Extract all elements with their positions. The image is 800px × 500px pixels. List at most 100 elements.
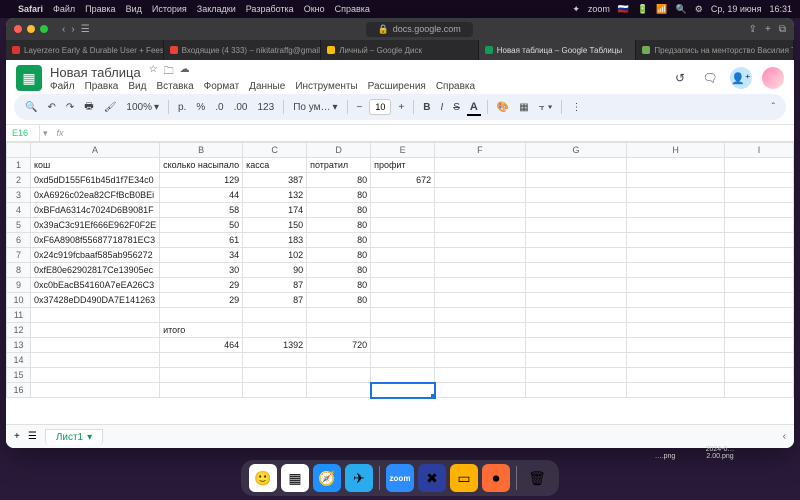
cell-B6[interactable]: 61 bbox=[160, 233, 243, 248]
cell-B2[interactable]: 129 bbox=[160, 173, 243, 188]
nav-back-icon[interactable]: ‹ bbox=[62, 24, 65, 35]
cell-C14[interactable] bbox=[243, 353, 307, 368]
fill-color-button[interactable]: 🎨 bbox=[494, 100, 512, 115]
cell-B16[interactable] bbox=[160, 383, 243, 398]
row-header-15[interactable]: 15 bbox=[7, 368, 31, 383]
app-name[interactable]: Safari bbox=[18, 4, 43, 14]
cell-E7[interactable] bbox=[371, 248, 435, 263]
history-icon[interactable]: ↺ bbox=[670, 68, 690, 88]
cell-F12[interactable] bbox=[435, 323, 526, 338]
cell-D9[interactable]: 80 bbox=[307, 278, 371, 293]
cell-G9[interactable] bbox=[525, 278, 627, 293]
cell-A5[interactable]: 0x39aC3c91Ef666E962F0F2E bbox=[31, 218, 160, 233]
cell-A7[interactable]: 0x24c919fcbaaf585ab956272 bbox=[31, 248, 160, 263]
sheets-menu-data[interactable]: Данные bbox=[249, 81, 285, 92]
cell-G1[interactable] bbox=[525, 158, 627, 173]
cell-C15[interactable] bbox=[243, 368, 307, 383]
cell-C9[interactable]: 87 bbox=[243, 278, 307, 293]
cell-D6[interactable]: 80 bbox=[307, 233, 371, 248]
cell-E1[interactable]: профит bbox=[371, 158, 435, 173]
corner-cell[interactable] bbox=[7, 143, 31, 158]
cell-E10[interactable] bbox=[371, 293, 435, 308]
cell-G6[interactable] bbox=[525, 233, 627, 248]
cell-H1[interactable] bbox=[627, 158, 725, 173]
name-box-dropdown-icon[interactable]: ▾ bbox=[40, 128, 51, 139]
window-zoom-button[interactable] bbox=[40, 25, 48, 33]
battery-icon[interactable]: 🔋 bbox=[637, 4, 648, 15]
cell-C10[interactable]: 87 bbox=[243, 293, 307, 308]
cell-I10[interactable] bbox=[725, 293, 794, 308]
address-bar[interactable]: 🔒 docs.google.com bbox=[366, 22, 473, 37]
share-icon[interactable]: ⇪ bbox=[749, 24, 757, 35]
cell-F8[interactable] bbox=[435, 263, 526, 278]
cell-C8[interactable]: 90 bbox=[243, 263, 307, 278]
cell-B9[interactable]: 29 bbox=[160, 278, 243, 293]
cell-H8[interactable] bbox=[627, 263, 725, 278]
share-button[interactable]: 👤⁺ bbox=[730, 67, 752, 89]
menu-edit[interactable]: Правка bbox=[85, 4, 115, 14]
cell-I13[interactable] bbox=[725, 338, 794, 353]
cell-C6[interactable]: 183 bbox=[243, 233, 307, 248]
cell-F6[interactable] bbox=[435, 233, 526, 248]
cell-I2[interactable] bbox=[725, 173, 794, 188]
cell-E16[interactable] bbox=[371, 383, 435, 398]
cell-I15[interactable] bbox=[725, 368, 794, 383]
cell-E15[interactable] bbox=[371, 368, 435, 383]
cell-H11[interactable] bbox=[627, 308, 725, 323]
row-header-16[interactable]: 16 bbox=[7, 383, 31, 398]
all-sheets-button[interactable]: ☰ bbox=[28, 431, 37, 442]
cell-E12[interactable] bbox=[371, 323, 435, 338]
col-header-C[interactable]: C bbox=[243, 143, 307, 158]
row-header-2[interactable]: 2 bbox=[7, 173, 31, 188]
cell-H12[interactable] bbox=[627, 323, 725, 338]
cell-E11[interactable] bbox=[371, 308, 435, 323]
dec-increase-button[interactable]: .00 bbox=[231, 100, 251, 115]
sheets-menu-help[interactable]: Справка bbox=[436, 81, 475, 92]
desktop-file-1[interactable]: ….png bbox=[640, 453, 690, 460]
cell-A2[interactable]: 0xd5dD155F61b45d1f7E34c0 bbox=[31, 173, 160, 188]
row-header-10[interactable]: 10 bbox=[7, 293, 31, 308]
cell-G8[interactable] bbox=[525, 263, 627, 278]
row-header-14[interactable]: 14 bbox=[7, 353, 31, 368]
cell-B3[interactable]: 44 bbox=[160, 188, 243, 203]
flag-icon[interactable]: 🇷🇺 bbox=[618, 4, 629, 15]
cell-I12[interactable] bbox=[725, 323, 794, 338]
cell-G12[interactable] bbox=[525, 323, 627, 338]
sheets-menu-format[interactable]: Формат bbox=[204, 81, 240, 92]
cell-E13[interactable] bbox=[371, 338, 435, 353]
sheet-tab-1[interactable]: Лист1 ▾ bbox=[45, 429, 103, 445]
sheet-tab-menu-icon[interactable]: ▾ bbox=[87, 432, 92, 443]
dock-recorder-icon[interactable]: ⏺ bbox=[482, 464, 510, 492]
cell-B8[interactable]: 30 bbox=[160, 263, 243, 278]
cell-F13[interactable] bbox=[435, 338, 526, 353]
cell-C4[interactable]: 174 bbox=[243, 203, 307, 218]
cell-B14[interactable] bbox=[160, 353, 243, 368]
cell-C12[interactable] bbox=[243, 323, 307, 338]
cell-D13[interactable]: 720 bbox=[307, 338, 371, 353]
font-size-decrease[interactable]: − bbox=[354, 100, 366, 115]
menu-develop[interactable]: Разработка bbox=[246, 4, 294, 14]
cell-H2[interactable] bbox=[627, 173, 725, 188]
italic-button[interactable]: I bbox=[437, 100, 446, 115]
cell-A14[interactable] bbox=[31, 353, 160, 368]
print-button[interactable]: 🖶 bbox=[81, 97, 96, 118]
cell-I9[interactable] bbox=[725, 278, 794, 293]
merge-button[interactable]: ⫟ ▾ bbox=[536, 100, 556, 115]
cell-F14[interactable] bbox=[435, 353, 526, 368]
zoom-menubar[interactable]: zoom bbox=[588, 4, 610, 14]
col-header-F[interactable]: F bbox=[435, 143, 526, 158]
tab-2[interactable]: Личный – Google Диск bbox=[321, 40, 479, 60]
cell-B10[interactable]: 29 bbox=[160, 293, 243, 308]
cell-D15[interactable] bbox=[307, 368, 371, 383]
font-size-increase[interactable]: + bbox=[395, 100, 407, 115]
cell-I16[interactable] bbox=[725, 383, 794, 398]
cell-D5[interactable]: 80 bbox=[307, 218, 371, 233]
sheets-logo-icon[interactable]: ▦ bbox=[16, 65, 42, 91]
dock-notes-icon[interactable]: ▭ bbox=[450, 464, 478, 492]
cell-D7[interactable]: 80 bbox=[307, 248, 371, 263]
cell-A4[interactable]: 0xBFdA6314c7024D6B9081F bbox=[31, 203, 160, 218]
toolbar-more-icon[interactable]: ⋮ bbox=[568, 100, 584, 115]
bold-button[interactable]: B bbox=[420, 100, 433, 115]
cell-B5[interactable]: 50 bbox=[160, 218, 243, 233]
dock-launchpad-icon[interactable]: ▦ bbox=[281, 464, 309, 492]
